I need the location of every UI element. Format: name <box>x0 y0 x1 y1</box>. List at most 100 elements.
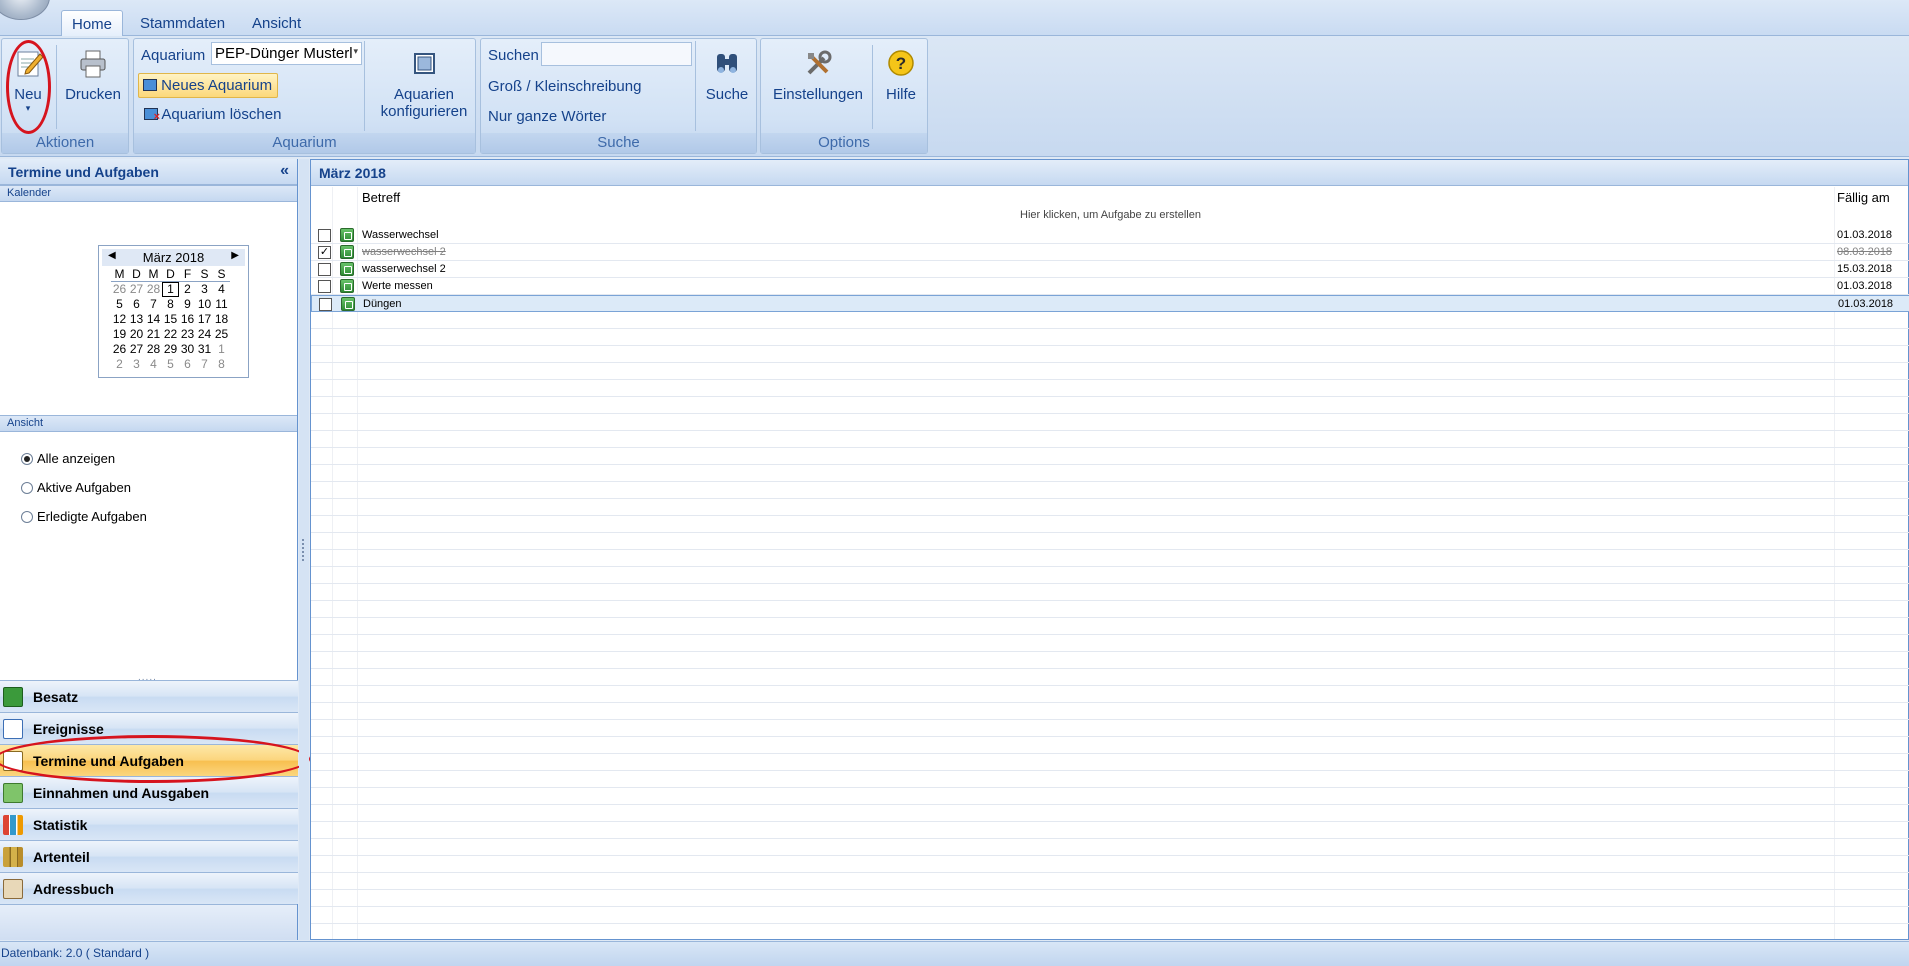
task-row[interactable]: Düngen 01.03.2018 <box>311 295 1909 312</box>
task-due-date: 08.03.2018 <box>1837 246 1893 258</box>
calendar-day[interactable]: 8 <box>162 297 179 312</box>
task-row[interactable]: ✓ wasserwechsel 2 08.03.2018 <box>311 244 1909 261</box>
calendar-day[interactable]: 20 <box>128 327 145 342</box>
calendar-day[interactable]: 12 <box>111 312 128 327</box>
task-row[interactable]: wasserwechsel 2 15.03.2018 <box>311 261 1909 278</box>
calendar-day[interactable]: 27 <box>128 342 145 357</box>
aquarium-select[interactable]: PEP-Dünger Musterl ▾ <box>211 42 362 65</box>
tab-ansicht[interactable]: Ansicht <box>242 10 311 36</box>
task-subject: wasserwechsel 2 <box>362 246 446 258</box>
calendar-day[interactable]: 25 <box>213 327 230 342</box>
filter-erledigte-radio[interactable]: Erledigte Aufgaben <box>21 509 147 524</box>
empty-row <box>311 397 1909 414</box>
ganze-woerter-toggle[interactable]: Nur ganze Wörter <box>488 108 606 125</box>
aquarien-konfigurieren-button[interactable]: Aquarien konfigurieren <box>374 42 474 120</box>
next-month-icon[interactable]: ▶ <box>231 250 239 261</box>
drucken-button[interactable]: Drucken <box>62 42 124 103</box>
empty-row <box>311 431 1909 448</box>
empty-row <box>311 703 1909 720</box>
task-checkbox[interactable] <box>318 229 331 242</box>
application-menu-button[interactable] <box>0 0 50 20</box>
task-list-panel: März 2018 Betreff Fällig am Hier klicken… <box>310 159 1909 940</box>
filter-aktive-radio[interactable]: Aktive Aufgaben <box>21 480 131 495</box>
column-header-betreff[interactable]: Betreff <box>362 190 400 205</box>
calendar-day[interactable]: 5 <box>162 357 179 372</box>
tab-stammdaten[interactable]: Stammdaten <box>130 10 235 36</box>
nav-ereignisse[interactable]: Ereignisse <box>0 712 298 744</box>
task-checkbox[interactable] <box>319 298 332 311</box>
suche-button[interactable]: Suche <box>701 42 753 103</box>
neues-aquarium-button[interactable]: Neues Aquarium <box>138 73 279 98</box>
task-checkbox[interactable] <box>318 280 331 293</box>
calendar-day[interactable]: 6 <box>179 357 196 372</box>
calendar-day[interactable]: 8 <box>213 357 230 372</box>
calendar-day[interactable]: 22 <box>162 327 179 342</box>
prev-month-icon[interactable]: ◀ <box>108 250 116 261</box>
nav-einnahmen-und-ausgaben[interactable]: Einnahmen und Ausgaben <box>0 776 298 808</box>
tab-home[interactable]: Home <box>61 10 124 37</box>
empty-row <box>311 839 1909 856</box>
calendar-day-name: F <box>179 267 196 282</box>
calendar-day[interactable]: 17 <box>196 312 213 327</box>
calendar-day[interactable]: 19 <box>111 327 128 342</box>
konfig-label-2: konfigurieren <box>380 103 468 120</box>
calendar-day[interactable]: 6 <box>128 297 145 312</box>
calendar-day[interactable]: 26 <box>111 342 128 357</box>
aquarium-loeschen-button[interactable]: × Aquarium löschen <box>144 106 281 123</box>
nav-artenteil[interactable]: Artenteil <box>0 840 298 872</box>
gross-klein-toggle[interactable]: Groß / Kleinschreibung <box>488 78 641 95</box>
calendar-day[interactable]: 21 <box>145 327 162 342</box>
radio-icon <box>21 482 33 494</box>
nav-besatz[interactable]: Besatz <box>0 680 298 712</box>
hilfe-button[interactable]: ? Hilfe <box>877 42 925 103</box>
nav-statistik[interactable]: Statistik <box>0 808 298 840</box>
neu-button[interactable]: Neu ▾ <box>5 42 51 114</box>
task-checkbox[interactable]: ✓ <box>318 246 331 259</box>
filter-alle-radio[interactable]: Alle anzeigen <box>21 451 115 466</box>
calendar-day[interactable]: 30 <box>179 342 196 357</box>
column-header-faellig[interactable]: Fällig am <box>1837 190 1890 205</box>
nav-termine-und-aufgaben[interactable]: Termine und Aufgaben <box>0 744 298 776</box>
calendar-day[interactable]: 5 <box>111 297 128 312</box>
calendar-day[interactable]: 9 <box>179 297 196 312</box>
calendar-day-name: M <box>145 267 162 282</box>
task-checkbox[interactable] <box>318 263 331 276</box>
calendar-day[interactable]: 1 <box>213 342 230 357</box>
calendar-day[interactable]: 13 <box>128 312 145 327</box>
collapse-icon[interactable]: « <box>280 162 289 180</box>
task-subject: Wasserwechsel <box>362 229 439 241</box>
calendar-day[interactable]: 11 <box>213 297 230 312</box>
calendar-day[interactable]: 29 <box>162 342 179 357</box>
calendar-day[interactable]: 10 <box>196 297 213 312</box>
calendar-day[interactable]: 16 <box>179 312 196 327</box>
calendar-day[interactable]: 2 <box>111 357 128 372</box>
pane-splitter[interactable] <box>299 159 309 940</box>
add-task-row[interactable]: Hier klicken, um Aufgabe zu erstellen <box>311 209 1909 221</box>
calendar-day[interactable]: 3 <box>196 282 213 297</box>
calendar-day[interactable]: 4 <box>145 357 162 372</box>
calendar-day[interactable]: 31 <box>196 342 213 357</box>
calendar-day[interactable]: 24 <box>196 327 213 342</box>
calendar-day[interactable]: 7 <box>196 357 213 372</box>
calendar-day[interactable]: 4 <box>213 282 230 297</box>
empty-row <box>311 533 1909 550</box>
calendar-day[interactable]: 2 <box>179 282 196 297</box>
calendar-day[interactable]: 23 <box>179 327 196 342</box>
einstellungen-button[interactable]: Einstellungen <box>768 42 868 103</box>
calendar-day[interactable]: 28 <box>145 342 162 357</box>
dropdown-arrow-icon[interactable]: ▾ <box>5 103 51 114</box>
calendar-day[interactable]: 14 <box>145 312 162 327</box>
calendar-day[interactable]: 18 <box>213 312 230 327</box>
calendar-day[interactable]: 7 <box>145 297 162 312</box>
task-row[interactable]: Werte messen 01.03.2018 <box>311 278 1909 295</box>
calendar-day[interactable]: 27 <box>128 282 145 297</box>
nav-adressbuch[interactable]: Adressbuch <box>0 872 298 904</box>
calendar-day[interactable]: 26 <box>111 282 128 297</box>
calendar-day[interactable]: 28 <box>145 282 162 297</box>
search-input[interactable] <box>541 42 692 66</box>
calendar-day[interactable]: 1 <box>162 282 179 297</box>
mini-calendar[interactable]: ◀ März 2018 ▶ M D M D F S S 26 27 28 1 2 3 4 5 6 7 8 9 10 11… <box>98 245 249 378</box>
calendar-day[interactable]: 3 <box>128 357 145 372</box>
calendar-day[interactable]: 15 <box>162 312 179 327</box>
task-row[interactable]: Wasserwechsel 01.03.2018 <box>311 227 1909 244</box>
